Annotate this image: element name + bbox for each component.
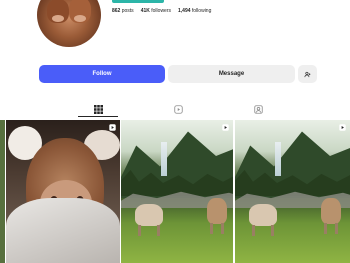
tab-tagged[interactable] [252, 103, 264, 115]
reel-icon [109, 124, 116, 131]
reel-icon [222, 124, 229, 131]
posts-grid [0, 120, 350, 263]
tab-reels[interactable] [172, 103, 184, 115]
add-person-icon [304, 71, 311, 77]
profile-avatar[interactable] [37, 0, 101, 47]
avatar-cow-left [47, 0, 69, 23]
message-button[interactable]: Message [168, 65, 295, 83]
suggested-accounts-button[interactable] [298, 65, 317, 83]
follow-button[interactable]: Follow [39, 65, 165, 83]
grid-tile-alpine-2[interactable] [235, 120, 350, 263]
grid-icon [93, 104, 103, 114]
stat-following[interactable]: 1,494 following [178, 8, 211, 14]
profile-accent-bar [112, 0, 164, 3]
grid-tile-calf[interactable] [6, 120, 120, 263]
tab-posts[interactable] [92, 103, 104, 115]
reels-icon [173, 104, 183, 114]
profile-stats: 862 posts 41K followers 1,494 following [112, 8, 211, 14]
profile-tabs [0, 99, 350, 117]
avatar-cow-right [69, 0, 91, 23]
stat-followers[interactable]: 41K followers [141, 8, 171, 14]
tab-posts-indicator [78, 116, 118, 117]
stat-posts: 862 posts [112, 8, 134, 14]
reel-icon [339, 124, 346, 131]
grid-tile-alpine-1[interactable] [121, 120, 233, 263]
tagged-icon [253, 104, 263, 114]
